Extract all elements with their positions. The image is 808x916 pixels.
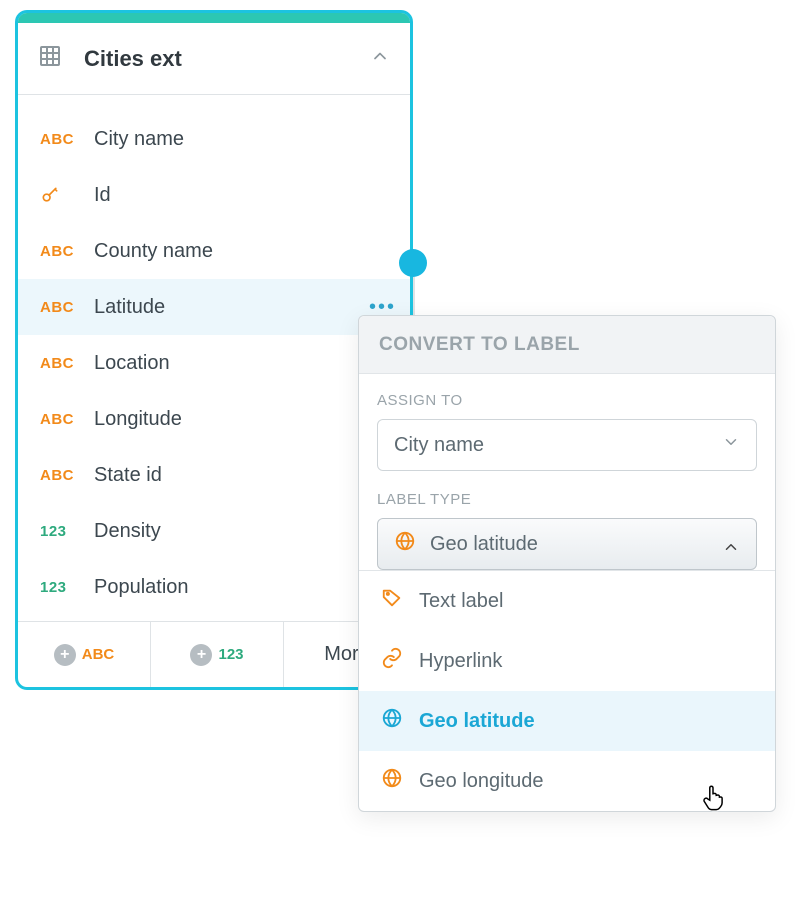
assign-to-label: ASSIGN TO [377,392,757,409]
option-label: Geo latitude [419,710,535,733]
field-row[interactable]: ABCCounty name [18,223,410,279]
option-label: Text label [419,590,504,613]
chevron-down-icon [722,433,740,457]
number-icon: 123 [40,579,94,596]
field-row[interactable]: ABCCity name [18,111,410,167]
field-row[interactable]: ABCLongitude [18,391,410,447]
table-icon [38,44,62,74]
assign-to-value: City name [394,434,484,457]
abc-icon: ABC [40,355,94,372]
label-type-value: Geo latitude [430,533,538,556]
field-name: Latitude [94,296,369,319]
globe-icon [394,530,416,558]
popup-header: CONVERT TO LABEL [359,316,775,374]
option-label: Geo longitude [419,770,544,793]
label-type-option[interactable]: Text label [359,571,775,631]
key-icon [40,185,94,205]
field-list: ABCCity nameIdABCCounty nameABCLatitude•… [18,95,410,621]
field-row[interactable]: Id [18,167,410,223]
number-icon: 123 [40,523,94,540]
abc-icon: ABC [40,411,94,428]
abc-icon: ABC [40,243,94,260]
label-type-option[interactable]: Geo latitude [359,691,775,751]
assign-to-select[interactable]: City name [377,419,757,471]
label-type-options: Text label Hyperlink Geo latitude Geo longi… [359,570,775,811]
connector-dot [399,249,427,277]
popup-body: ASSIGN TO City name LABEL TYPE Geo latit… [359,374,775,570]
globe-icon [381,707,403,735]
field-name: Longitude [94,408,396,431]
label-type-option[interactable]: Hyperlink [359,631,775,691]
field-row[interactable]: 123Population [18,559,410,615]
field-row[interactable]: ABCLatitude••• [18,279,410,335]
cursor-hand-icon [700,783,726,820]
chevron-up-icon[interactable] [370,46,390,72]
tag-icon [381,587,403,615]
field-row[interactable]: ABCLocation [18,335,410,391]
panel-title: Cities ext [84,46,370,72]
field-name: Location [94,352,396,375]
panel-accent [18,13,410,23]
plus-icon: + [190,644,212,666]
123-label: 123 [218,646,243,663]
field-row[interactable]: ABCState id [18,447,410,503]
abc-icon: ABC [40,467,94,484]
field-name: State id [94,464,396,487]
fields-panel: Cities ext ABCCity nameIdABCCounty nameA… [15,10,413,690]
abc-icon: ABC [40,131,94,148]
globe-icon [381,767,403,795]
option-label: Hyperlink [419,650,502,673]
field-name: City name [94,128,396,151]
abc-label: ABC [82,646,115,663]
chevron-down-icon [722,532,740,556]
panel-footer: + ABC + 123 More [18,621,410,687]
field-row[interactable]: 123Density [18,503,410,559]
field-name: Density [94,520,396,543]
plus-icon: + [54,644,76,666]
label-type-label: LABEL TYPE [377,491,757,508]
field-name: Id [94,184,396,207]
add-abc-button[interactable]: + ABC [18,622,151,687]
abc-icon: ABC [40,299,94,316]
label-type-select[interactable]: Geo latitude [377,518,757,570]
field-name: Population [94,576,396,599]
add-123-button[interactable]: + 123 [151,622,284,687]
field-name: County name [94,240,396,263]
convert-label-popup: CONVERT TO LABEL ASSIGN TO City name LAB… [358,315,776,812]
link-icon [381,647,403,675]
panel-header[interactable]: Cities ext [18,23,410,95]
